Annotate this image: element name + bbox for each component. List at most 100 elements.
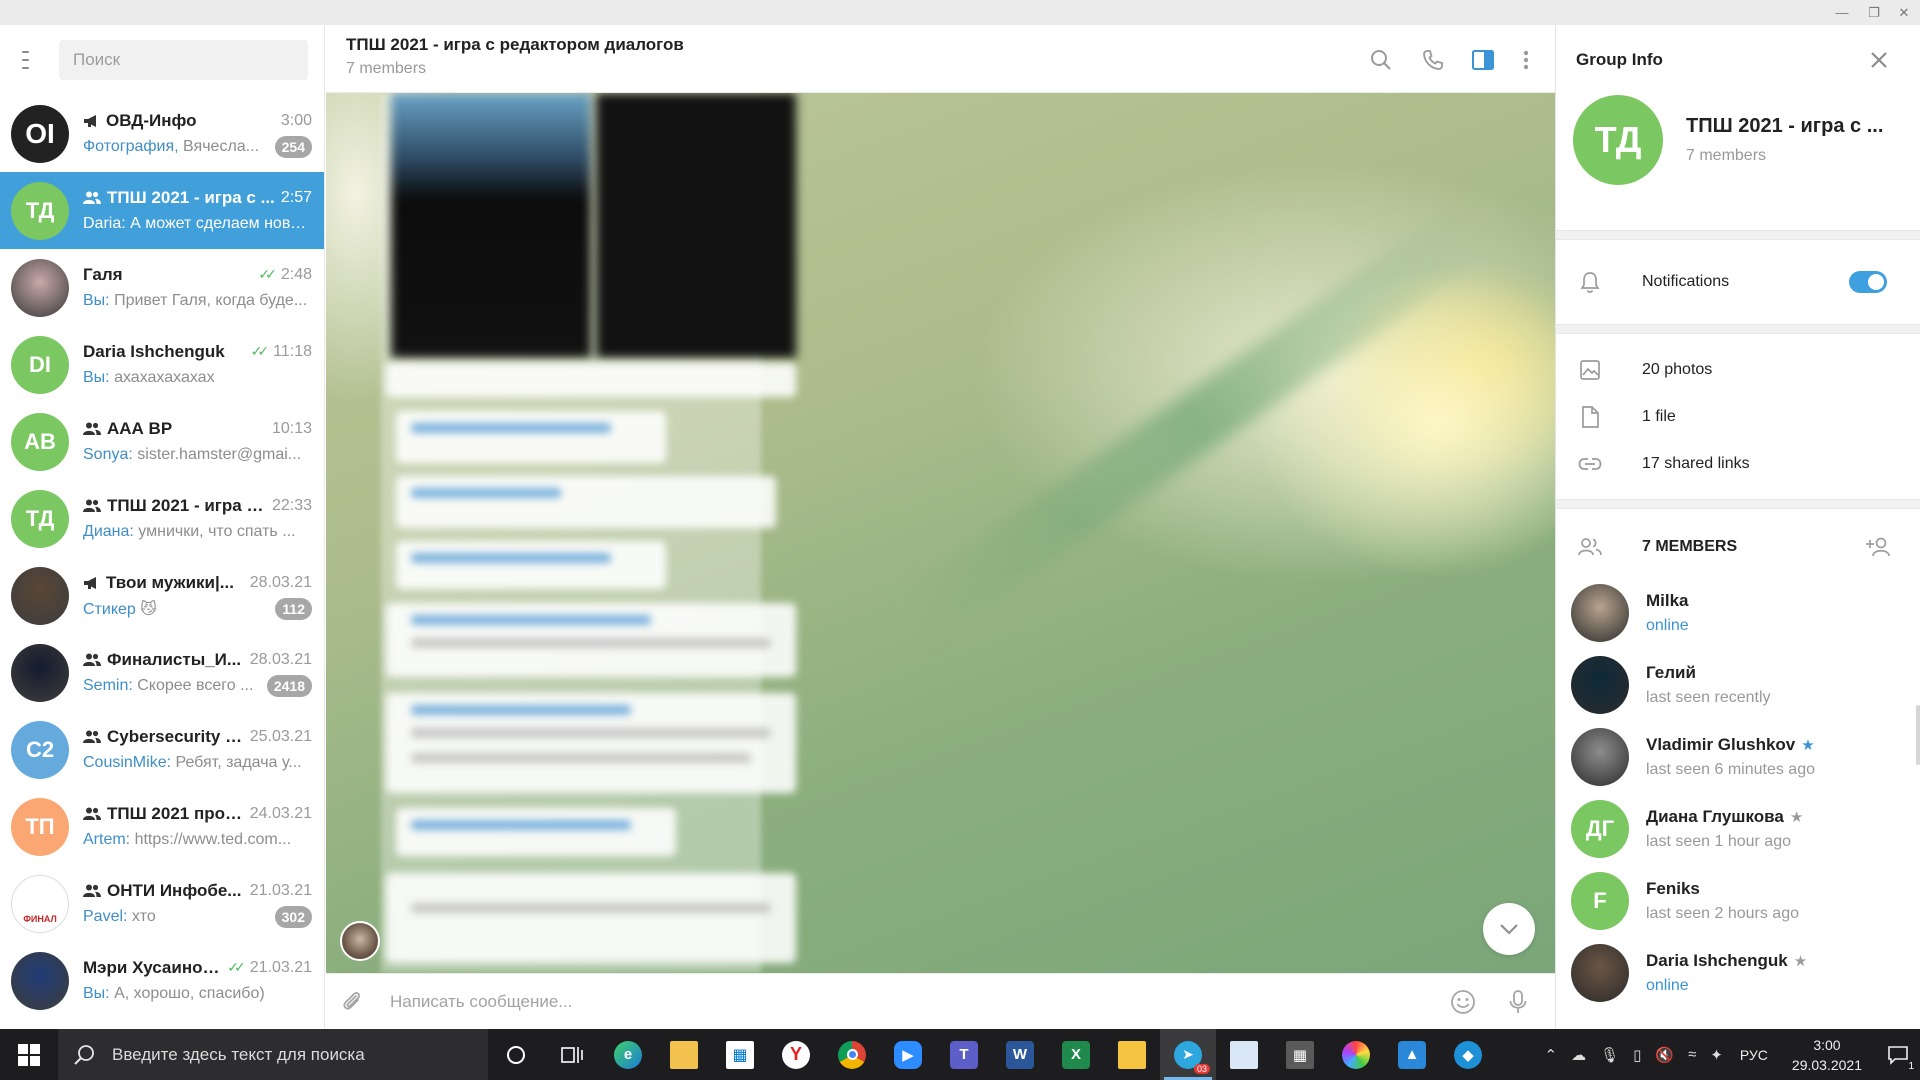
chat-title-text: ТПШ 2021 - игра с ... [107,495,266,515]
member-row[interactable]: ДГ Диана Глушкова ★ last seen 1 hour ago [1556,793,1920,865]
chat-title-text: Финалисты_И... [107,649,242,669]
hamburger-menu-icon[interactable] [22,51,29,69]
chat-time: ✓✓ 11:18 [251,343,312,361]
taskbar-search-input[interactable] [112,1044,472,1065]
chat-preview: Daria: А может сделаем нове... [83,215,312,233]
chat-preview-sender: Вы: [83,984,110,1002]
blurred-sender-name [411,488,561,498]
sidebar-top [0,25,324,95]
close-window-button[interactable]: ✕ [1888,0,1920,25]
links-row[interactable]: 17 shared links [1556,440,1920,487]
chat-preview-text: А может сделаем нове... [125,214,312,232]
add-member-icon[interactable] [1864,533,1894,561]
chat-item[interactable]: ТД ТПШ 2021 - игра с ... 2:57 Daria: А може… [0,172,324,249]
wifi-icon[interactable]: ≈ [1688,1046,1696,1063]
telegram-icon[interactable]: ➤ 03 [1160,1029,1216,1080]
chevron-up-icon[interactable]: ⌃ [1544,1046,1557,1064]
chat-item[interactable]: Твои мужики|... 28.03.21 Стикер 😼 112 [0,557,324,634]
chat-item[interactable]: ТП ТПШ 2021 прог... 24.03.21 Artem: https:/… [0,788,324,865]
channel-icon [83,114,100,128]
member-row[interactable]: F Feniks last seen 2 hours ago [1556,865,1920,937]
microphone-tray-icon[interactable]: 🎙 [1600,1046,1619,1064]
photos-row[interactable]: 20 photos [1556,346,1920,393]
edge-icon[interactable]: e [600,1029,656,1080]
notification-center-icon[interactable]: 1 [1876,1029,1920,1080]
chat-title[interactable]: ТПШ 2021 - игра с редактором диалогов [346,35,684,55]
search-icon[interactable] [1368,47,1394,73]
divider [1556,499,1920,509]
message-input[interactable] [390,988,1390,1016]
security-icon[interactable]: ◆ [1440,1029,1496,1080]
attach-icon[interactable] [338,988,366,1016]
notifications-toggle[interactable] [1849,271,1887,293]
chat-item[interactable]: Галя ✓✓ 2:48 Вы: Привет Галя, когда буде... [0,249,324,326]
clock[interactable]: 3:00 29.03.2021 [1792,1035,1862,1075]
volume-muted-icon[interactable]: 🔇 [1655,1046,1674,1064]
member-row[interactable]: Milka online [1556,577,1920,649]
battery-icon[interactable]: ▯ [1633,1046,1641,1064]
member-name: Vladimir Glushkov ★ [1646,735,1815,755]
sidebar-toggle-icon[interactable] [1470,47,1496,73]
chat-item[interactable]: Финалисты_И... 28.03.21 Semin: Скорее всег… [0,634,324,711]
file-explorer-icon[interactable] [656,1029,712,1080]
chat-time-text: 21.03.21 [249,958,312,976]
chat-item[interactable]: ТД ТПШ 2021 - игра с ... 22:33 Диана: умнич… [0,480,324,557]
member-row[interactable]: Vladimir Glushkov ★ last seen 6 minutes ag… [1556,721,1920,793]
member-row[interactable]: Гелий last seen recently [1556,649,1920,721]
chat-item[interactable]: OI ОВД-Инфо 3:00 Фотография, Вячесла... 254 [0,95,324,172]
zoom-icon[interactable]: ▶ [880,1029,936,1080]
chat-item[interactable]: C2 Cybersecurity #2 25.03.21 CousinMike: Ре… [0,711,324,788]
chat-preview: Artem: https://www.ted.com... [83,831,312,849]
excel-icon[interactable]: X [1048,1029,1104,1080]
info-scrollbar[interactable] [1916,705,1920,765]
taskbar-search-icon [74,1044,94,1065]
restore-button[interactable]: ❐ [1858,0,1890,25]
member-avatar: F [1571,872,1629,930]
files-row[interactable]: 1 file [1556,393,1920,440]
calculator-icon[interactable]: ▦ [1272,1029,1328,1080]
onedrive-icon[interactable]: ☁ [1571,1046,1586,1064]
yandex-browser-icon[interactable]: Y [768,1029,824,1080]
more-icon[interactable] [1513,47,1539,73]
chat-item[interactable]: DI Daria Ishchenguk ✓✓ 11:18 Вы: ахахахахаха… [0,326,324,403]
chat-title: ААА ВР [83,419,266,439]
photos-icon[interactable]: ▲ [1384,1029,1440,1080]
member-name-text: Диана Глушкова [1646,807,1784,826]
member-row[interactable]: Daria Ishchenguk ★ online [1556,937,1920,1009]
group-avatar[interactable]: ТД [1573,95,1663,185]
folder-icon[interactable] [1104,1029,1160,1080]
store-icon[interactable]: ▦ [712,1029,768,1080]
microphone-icon[interactable] [1504,988,1532,1016]
chat-header: ТПШ 2021 - игра с редактором диалогов 7 … [326,25,1555,93]
taskbar-search[interactable] [58,1029,488,1080]
chat-time-text: 28.03.21 [249,650,312,668]
notes-icon[interactable] [1216,1029,1272,1080]
search-input[interactable] [59,40,308,80]
paint-icon[interactable] [1328,1029,1384,1080]
phone-icon[interactable] [1420,47,1446,73]
chat-time: 2:57 [281,189,312,207]
language-indicator[interactable]: РУС [1740,1047,1768,1063]
members-icon [1576,533,1604,561]
admin-star-icon: ★ [1801,737,1815,754]
close-icon[interactable] [1866,47,1892,73]
minimize-button[interactable]: — [1826,0,1858,25]
chat-item[interactable]: АВ ААА ВР 10:13 Sonya: sister.hamster@gmai.… [0,403,324,480]
scroll-down-button[interactable] [1483,903,1535,955]
chat-preview: Вы: ахахахахахах [83,369,312,387]
cortana-icon[interactable] [488,1029,544,1080]
notifications-label: Notifications [1642,273,1730,290]
message-sender-avatar[interactable] [340,921,380,961]
start-button[interactable] [0,1029,58,1080]
teams-icon[interactable]: T [936,1029,992,1080]
message-history[interactable] [326,93,1555,973]
member-status: last seen recently [1646,689,1771,706]
dropbox-icon[interactable]: ✦ [1710,1046,1723,1064]
emoji-icon[interactable] [1449,988,1477,1016]
chat-item[interactable]: ФИНАЛ ОНТИ Инфобе... 21.03.21 Pavel: хто 302 [0,865,324,942]
notifications-row[interactable]: Notifications [1556,240,1920,324]
chat-item[interactable]: Мэри Хусаинова ✓✓ 21.03.21 Вы: А, хорошо, с… [0,942,324,1019]
task-view-icon[interactable] [544,1029,600,1080]
chrome-icon[interactable] [824,1029,880,1080]
word-icon[interactable]: W [992,1029,1048,1080]
